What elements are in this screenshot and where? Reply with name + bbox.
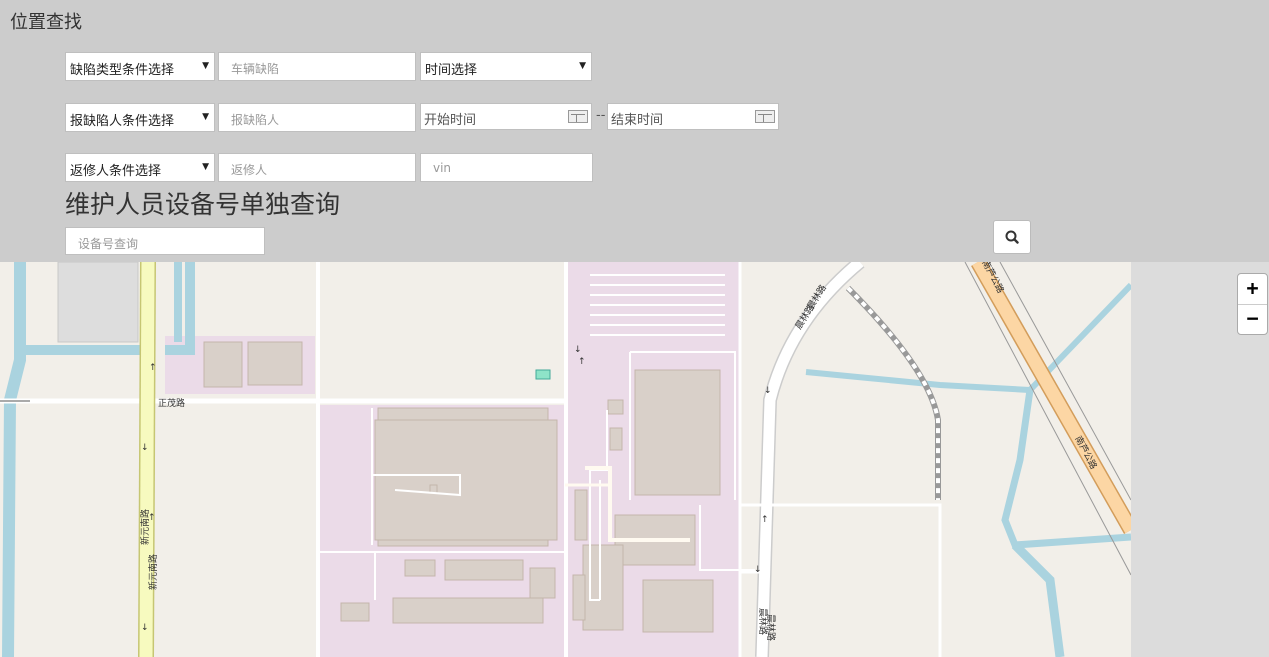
road-label-chenglin: 晨林路 xyxy=(765,614,777,641)
caret-down-icon: ▼ xyxy=(202,162,209,172)
reporter-select[interactable]: 报缺陷人条件选择 ▼ xyxy=(65,103,215,132)
repairer-input[interactable]: 返修人 xyxy=(218,153,416,182)
svg-text:↓: ↓ xyxy=(141,443,149,453)
repairer-select[interactable]: 返修人条件选择 ▼ xyxy=(65,153,215,182)
caret-down-icon: ▼ xyxy=(579,61,586,71)
reporter-input[interactable]: 报缺陷人 xyxy=(218,103,416,132)
defect-type-select[interactable]: 缺陷类型条件选择 ▼ xyxy=(65,52,215,81)
map-view[interactable]: 正茂路 新元南路 新元南路 晨林路 晨林路 晨林路 晨林路 南芦公路 南芦公路 … xyxy=(0,262,1131,657)
road-label-xinyuan-south: 新元南路 xyxy=(147,554,159,590)
svg-text:↓: ↓ xyxy=(754,565,762,575)
device-number-input[interactable]: 设备号查询 xyxy=(65,227,265,255)
caret-down-icon: ▼ xyxy=(202,61,209,71)
zoom-control: + − xyxy=(1237,273,1268,335)
svg-text:↑: ↑ xyxy=(149,363,157,373)
svg-text:↓: ↓ xyxy=(574,345,582,355)
reporter-select-label: 报缺陷人条件选择 xyxy=(70,114,175,129)
vin-input[interactable]: vin xyxy=(420,153,593,182)
road-label-zhengmao: 正茂路 xyxy=(158,397,185,409)
search-icon xyxy=(1005,230,1019,244)
svg-text:↑: ↑ xyxy=(578,357,586,367)
panel-title: 位置查找 xyxy=(10,12,82,33)
calendar-icon[interactable] xyxy=(755,110,775,123)
map-canvas[interactable]: 正茂路 新元南路 新元南路 晨林路 晨林路 晨林路 晨林路 南芦公路 南芦公路 … xyxy=(0,262,1131,657)
end-time-input[interactable]: 结束时间 xyxy=(607,103,779,130)
svg-text:↑: ↑ xyxy=(148,513,156,523)
vehicle-defect-input[interactable]: 车辆缺陷 xyxy=(218,52,416,81)
time-select[interactable]: 时间选择 ▼ xyxy=(420,52,592,81)
end-time-placeholder: 结束时间 xyxy=(611,113,664,128)
date-range-separator: -- xyxy=(596,108,606,123)
device-query-title: 维护人员设备号单独查询 xyxy=(65,190,341,219)
time-select-label: 时间选择 xyxy=(425,63,478,78)
svg-text:↓: ↓ xyxy=(764,386,772,396)
repairer-select-label: 返修人条件选择 xyxy=(70,164,162,179)
start-time-input[interactable]: 开始时间 xyxy=(420,103,592,130)
caret-down-icon: ▼ xyxy=(202,112,209,122)
zoom-out-button[interactable]: − xyxy=(1238,304,1267,334)
search-panel: 位置查找 缺陷类型条件选择 ▼ 车辆缺陷 时间选择 ▼ 报缺陷人条件选择 ▼ 报… xyxy=(0,0,1269,262)
zoom-in-button[interactable]: + xyxy=(1238,274,1267,305)
svg-text:↑: ↑ xyxy=(761,515,769,525)
search-button[interactable] xyxy=(993,220,1031,254)
calendar-icon[interactable] xyxy=(568,110,588,123)
svg-text:↓: ↓ xyxy=(141,623,149,633)
defect-type-select-label: 缺陷类型条件选择 xyxy=(70,63,175,78)
start-time-placeholder: 开始时间 xyxy=(424,113,477,128)
